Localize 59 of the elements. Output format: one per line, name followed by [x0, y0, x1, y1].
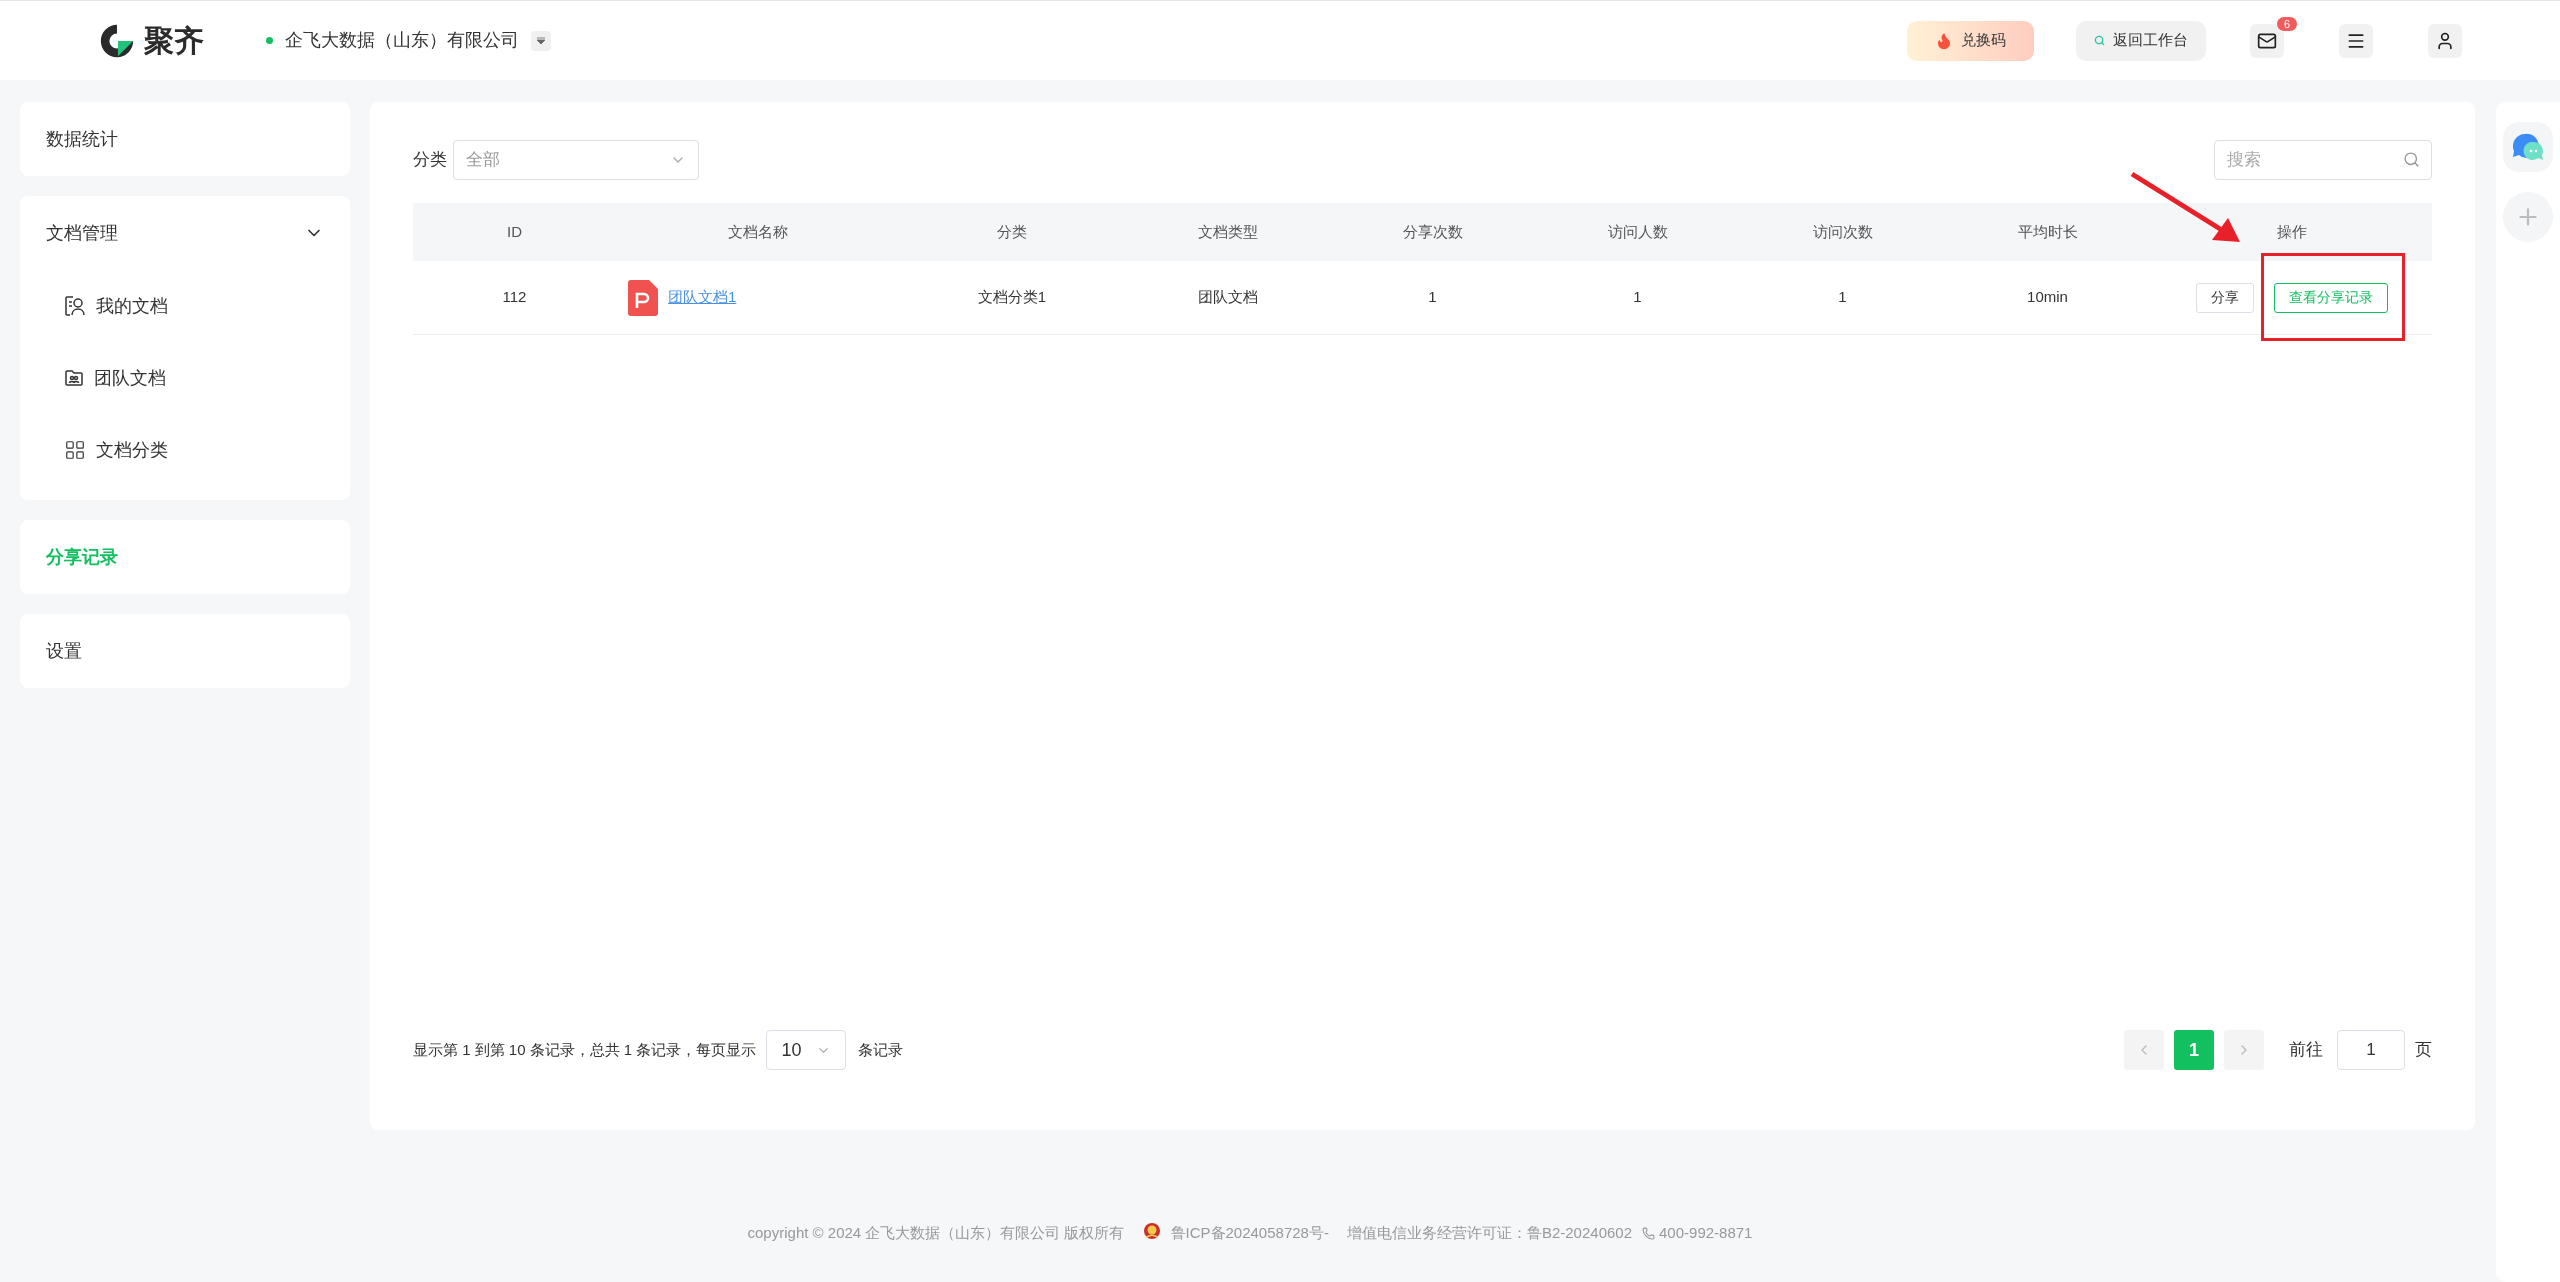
copyright-text: copyright © 2024 企飞大数据（山东）有限公司 版权所有: [747, 1223, 1125, 1243]
table-cell-text: 1: [1427, 287, 1438, 308]
pagination-summary: 显示第 1 到第 10 条记录，总共 1 条记录，每页显示: [413, 1039, 757, 1060]
sidebar-subitem[interactable]: 我的文档: [46, 270, 324, 342]
police-emblem-icon: [1142, 1222, 1161, 1240]
table-cell-text: 1: [1837, 287, 1848, 308]
company-dropdown[interactable]: [531, 30, 551, 51]
user-button[interactable]: [2428, 23, 2462, 58]
goto-label: 前往: [2289, 1039, 2324, 1062]
unread-badge: 6: [2276, 15, 2299, 32]
column-header: ID: [506, 221, 523, 242]
grid-icon: [64, 439, 86, 461]
table-cell-text: 10min: [2026, 287, 2069, 308]
company-name: 企飞大数据（山东）有限公司: [285, 29, 519, 52]
table-cell-text: 团队文档: [1196, 287, 1259, 308]
filter-label: 分类: [413, 149, 447, 172]
mail-button[interactable]: [2250, 23, 2284, 58]
sidebar-item[interactable]: 文档管理: [46, 196, 324, 270]
subitem-label: 文档分类: [96, 438, 168, 462]
sidebar-subitem[interactable]: 团队文档: [46, 342, 324, 414]
license-text: 增值电信业务经营许可证：鲁B2-20240602: [1346, 1223, 1633, 1243]
flame-icon: [1935, 31, 1953, 50]
phone-number: 400-992-8871: [1659, 1223, 1753, 1243]
column-header: 操作: [2275, 221, 2308, 242]
table-cell-text: 112: [501, 287, 528, 308]
subitem-label: 团队文档: [94, 366, 166, 390]
column-header: 访问人数: [1606, 221, 1669, 242]
column-header: 文档类型: [1196, 221, 1259, 242]
page-size-select[interactable]: 10: [766, 1030, 847, 1070]
subitem-label: 我的文档: [96, 294, 168, 318]
phone-icon: [1642, 1226, 1656, 1240]
column-header: 分享次数: [1401, 221, 1464, 242]
folder-people-icon: [64, 368, 84, 388]
column-header: 访问次数: [1811, 221, 1874, 242]
share-button[interactable]: 分享: [2195, 282, 2254, 313]
pagination-suffix: 条记录: [858, 1039, 904, 1060]
column-header: 平均时长: [2016, 221, 2079, 242]
redeem-button[interactable]: 兑换码: [1907, 20, 2034, 61]
column-header: 文档名称: [727, 221, 789, 242]
goto-page-field[interactable]: 1: [2337, 1030, 2406, 1070]
column-header: 分类: [996, 221, 1028, 242]
table-cell-text: 1: [1632, 287, 1643, 308]
search-field[interactable]: 搜索: [2214, 140, 2433, 180]
table-cell-text: 文档分类1: [976, 287, 1048, 308]
sidebar-item[interactable]: 设置: [46, 614, 324, 688]
page-suffix: 页: [2415, 1039, 2433, 1062]
person-document-icon: [64, 295, 86, 317]
sidebar-item[interactable]: 数据统计: [46, 102, 324, 176]
search-icon: [2094, 35, 2105, 46]
document-icon: [628, 279, 658, 316]
menu-button[interactable]: [2339, 23, 2373, 58]
chat-button[interactable]: [2503, 122, 2553, 172]
user-icon: [2435, 30, 2455, 51]
chat-bubbles-icon: [2511, 132, 2545, 162]
sidebar-subitem[interactable]: 文档分类: [46, 414, 324, 486]
caret-icon: [536, 36, 546, 45]
brand-name: 聚齐: [144, 23, 204, 59]
workbench-button[interactable]: 返回工作台: [2076, 20, 2206, 61]
search-icon: [2403, 151, 2421, 168]
